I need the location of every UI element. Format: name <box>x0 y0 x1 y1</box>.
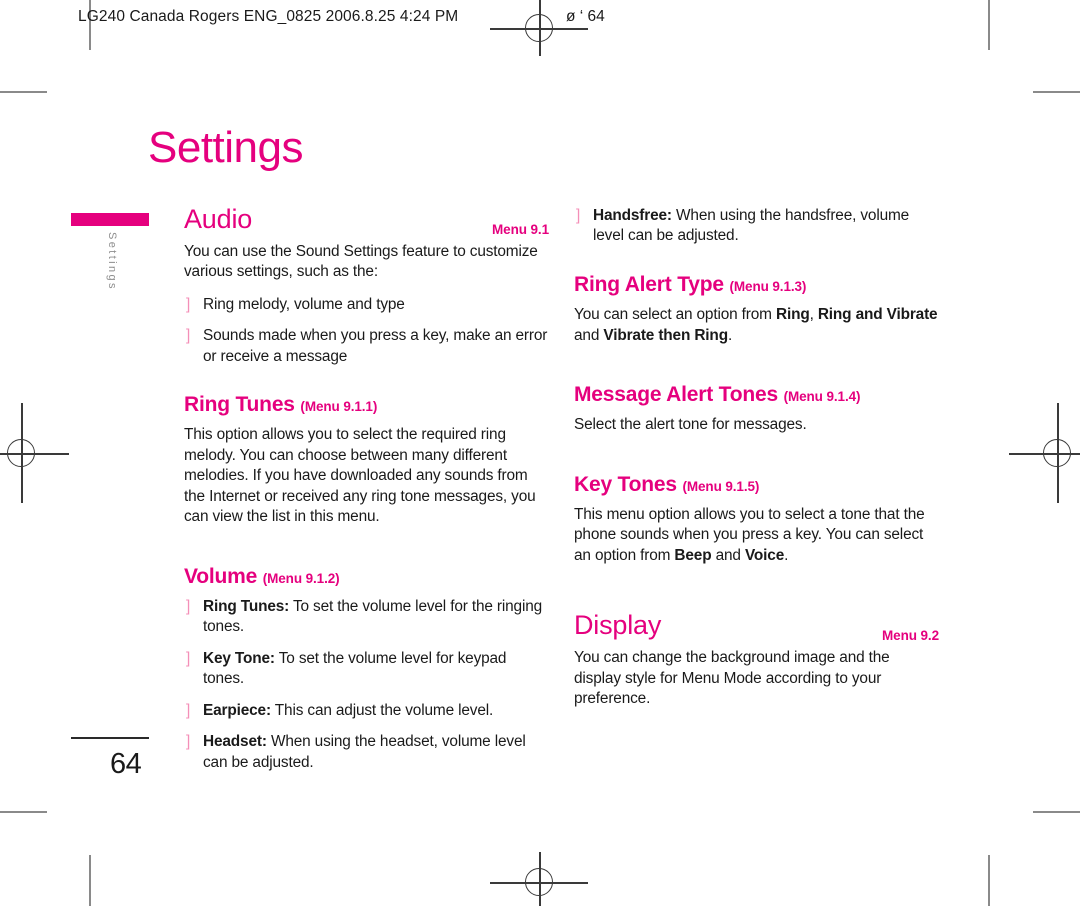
text-run: and <box>711 546 745 564</box>
page-title: Settings <box>148 123 303 172</box>
key-tones-heading-row: Key Tones (Menu 9.1.5) <box>574 472 939 496</box>
crop-mark-right-bottom-horizontal <box>1033 811 1080 813</box>
crop-mark-bottom-right-vertical <box>988 855 990 906</box>
print-slug-page-marker: ø ‘ 64 <box>566 8 605 25</box>
ring-tunes-menu-number: (Menu 9.1.1) <box>300 399 378 415</box>
list-item-term: Key Tone: <box>203 649 275 667</box>
bullet-bracket-icon: ] <box>576 207 581 224</box>
bullet-bracket-icon: ] <box>186 295 191 313</box>
option-ring-and-vibrate: Ring and Vibrate <box>817 306 938 324</box>
audio-intro-text: You can use the Sound Settings feature t… <box>184 243 538 281</box>
section-tab-label: Settings <box>106 232 118 291</box>
audio-heading: Audio <box>184 204 253 234</box>
audio-heading-row: Audio Menu 9.1 <box>184 206 549 240</box>
page-number: 64 <box>110 748 142 780</box>
list-item-text: Ring melody, volume and type <box>203 295 405 313</box>
list-item: ] Ring melody, volume and type <box>184 295 549 315</box>
registration-vertical-line <box>539 0 541 56</box>
volume-bullet-list: ] Ring Tunes: To set the volume level fo… <box>184 597 549 773</box>
audio-menu-number: Menu 9.1 <box>492 222 549 237</box>
list-item: ] Sounds made when you press a key, make… <box>184 326 549 367</box>
folio-rule <box>71 737 149 739</box>
message-alert-tones-heading: Message Alert Tones <box>574 382 778 406</box>
key-tones-body: This menu option allows you to select a … <box>574 505 939 566</box>
option-ring: Ring <box>775 306 810 324</box>
list-item-text: This can adjust the volume level. <box>270 701 494 719</box>
ring-alert-type-heading-row: Ring Alert Type (Menu 9.1.3) <box>574 272 939 296</box>
crop-mark-left-bottom-horizontal <box>0 811 47 813</box>
registration-vertical-line <box>1057 403 1059 503</box>
list-item-term: Handsfree: <box>593 207 672 224</box>
message-alert-tones-menu-number: (Menu 9.1.4) <box>783 388 861 404</box>
volume-menu-number: (Menu 9.1.2) <box>262 570 340 586</box>
ring-alert-type-body: You can select an option from Ring, Ring… <box>574 305 939 346</box>
bullet-bracket-icon: ] <box>186 597 191 615</box>
crop-mark-left-top-horizontal <box>0 91 47 93</box>
print-slug-text: LG240 Canada Rogers ENG_0825 2006.8.25 4… <box>78 8 459 25</box>
message-alert-tones-heading-row: Message Alert Tones (Menu 9.1.4) <box>574 382 939 406</box>
registration-horizontal-line <box>1009 453 1080 455</box>
option-vibrate-then-ring: Vibrate then Ring <box>603 326 728 344</box>
message-alert-tones-body: Select the alert tone for messages. <box>574 416 807 434</box>
ring-tunes-body: This option allows you to select the req… <box>184 426 536 526</box>
bullet-bracket-icon: ] <box>186 649 191 667</box>
list-item-term: Headset: <box>203 733 267 751</box>
left-column: Audio Menu 9.1 You can use the Sound Set… <box>184 206 549 784</box>
list-item: ] Key Tone: To set the volume level for … <box>184 649 549 690</box>
bullet-bracket-icon: ] <box>186 327 191 345</box>
display-heading: Display <box>574 610 662 641</box>
volume-heading: Volume <box>184 564 258 588</box>
bullet-bracket-icon: ] <box>186 733 191 751</box>
list-item: ] Earpiece: This can adjust the volume l… <box>184 701 549 721</box>
list-item: ] Handsfree: When using the handsfree, v… <box>574 206 939 247</box>
volume-heading-row: Volume (Menu 9.1.2) <box>184 564 549 588</box>
ring-alert-type-heading: Ring Alert Type <box>574 272 724 296</box>
text-run: . <box>727 326 733 344</box>
list-item-text: Sounds made when you press a key, make a… <box>203 327 548 365</box>
key-tones-menu-number: (Menu 9.1.5) <box>682 478 760 494</box>
key-tones-heading: Key Tones <box>574 472 677 496</box>
list-item: ] Headset: When using the headset, volum… <box>184 732 549 773</box>
right-column: ] Handsfree: When using the handsfree, v… <box>574 206 939 721</box>
bullet-bracket-icon: ] <box>186 701 191 719</box>
text-run: , <box>809 306 818 324</box>
crop-mark-top-right-vertical <box>988 0 990 50</box>
audio-bullet-list: ] Ring melody, volume and type ] Sounds … <box>184 295 549 367</box>
registration-vertical-line <box>539 852 541 906</box>
text-run: You can select an option from <box>574 306 776 324</box>
ring-tunes-heading-row: Ring Tunes (Menu 9.1.1) <box>184 394 549 416</box>
section-tab-bar <box>71 213 149 226</box>
ring-alert-type-menu-number: (Menu 9.1.3) <box>729 278 807 294</box>
list-item-term: Ring Tunes: <box>203 597 290 615</box>
text-run: . <box>784 546 789 564</box>
registration-vertical-line <box>21 403 23 503</box>
display-menu-number: Menu 9.2 <box>882 628 939 644</box>
volume-continued-bullet-list: ] Handsfree: When using the handsfree, v… <box>574 206 939 247</box>
crop-mark-right-top-horizontal <box>1033 91 1080 93</box>
registration-horizontal-line <box>0 453 69 455</box>
list-item: ] Ring Tunes: To set the volume level fo… <box>184 597 549 638</box>
text-run: and <box>574 326 604 344</box>
list-item-term: Earpiece: <box>203 701 271 719</box>
option-voice: Voice <box>744 546 785 564</box>
display-heading-row: Display Menu 9.2 <box>574 612 939 646</box>
display-body: You can change the background image and … <box>574 649 890 707</box>
crop-mark-bottom-left-vertical <box>89 855 91 906</box>
ring-tunes-heading: Ring Tunes <box>184 393 295 417</box>
option-beep: Beep <box>674 546 712 564</box>
